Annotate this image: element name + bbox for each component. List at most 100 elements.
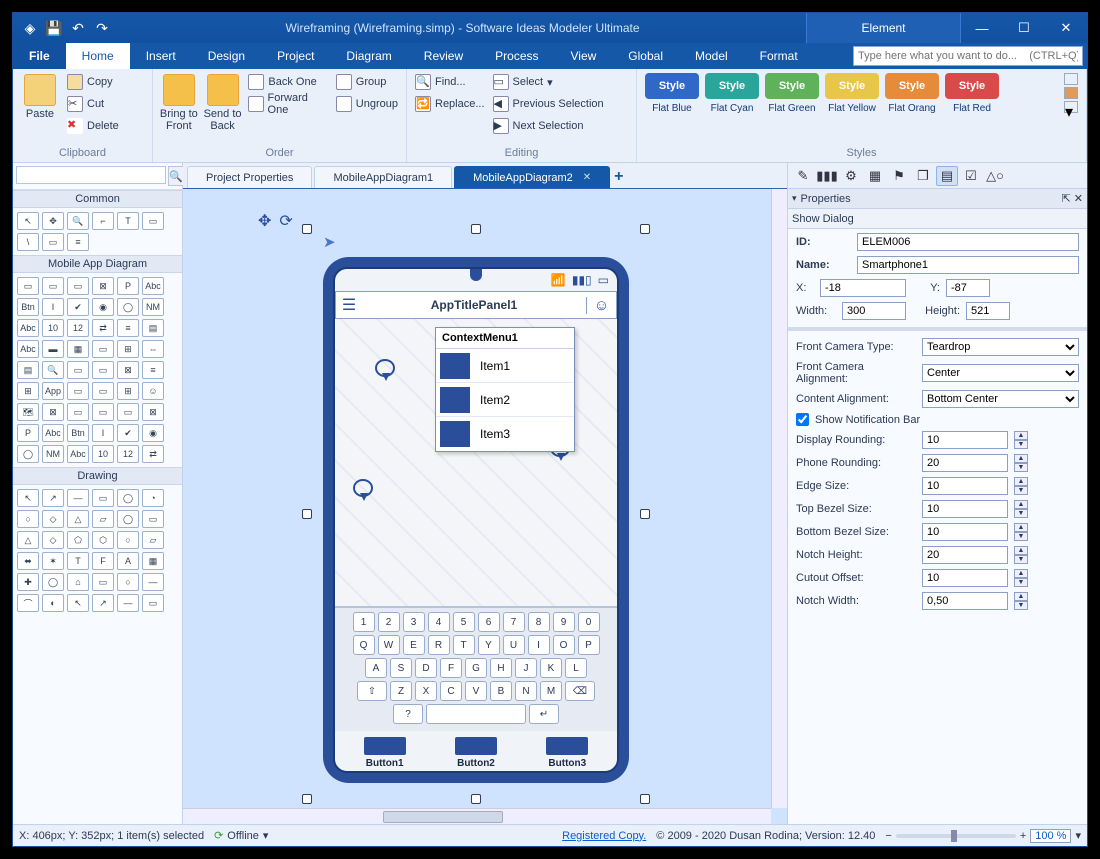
id-input[interactable] bbox=[857, 233, 1079, 251]
tool-item[interactable]: 10 bbox=[92, 445, 114, 463]
zoom-menu-icon[interactable]: ▾ bbox=[1075, 829, 1081, 842]
tool-item[interactable]: ⌐ bbox=[92, 212, 114, 230]
tool-item[interactable]: Btn bbox=[67, 424, 89, 442]
zoom-slider[interactable] bbox=[896, 834, 1016, 838]
tool-item[interactable]: A bbox=[117, 552, 139, 570]
tool-item[interactable]: 🗺 bbox=[17, 403, 39, 421]
menu-global[interactable]: Global bbox=[612, 43, 679, 69]
zoom-in-button[interactable]: + bbox=[1020, 830, 1026, 842]
save-icon[interactable]: 💾 bbox=[45, 19, 63, 37]
gears-icon[interactable]: ⚙ bbox=[840, 166, 862, 186]
tool-item[interactable]: ▭ bbox=[92, 489, 114, 507]
tool-item[interactable]: ▭ bbox=[67, 277, 89, 295]
back-one-button[interactable]: Back One bbox=[246, 72, 329, 92]
group-button[interactable]: Group bbox=[334, 72, 400, 92]
style-chip[interactable]: Style bbox=[945, 73, 999, 99]
show-notification-checkbox[interactable] bbox=[796, 413, 809, 426]
tool-item[interactable]: — bbox=[117, 594, 139, 612]
tool-item[interactable]: ⊠ bbox=[42, 403, 64, 421]
add-tab-button[interactable]: + bbox=[614, 168, 632, 186]
replace-button[interactable]: 🔁Replace... bbox=[413, 94, 487, 114]
top-bezel-input[interactable] bbox=[922, 500, 1008, 518]
menu-process[interactable]: Process bbox=[479, 43, 554, 69]
style-scroll-down-icon[interactable]: ▾ bbox=[1064, 101, 1078, 113]
style-chip[interactable]: Style bbox=[765, 73, 819, 99]
tool-item[interactable]: F bbox=[92, 552, 114, 570]
menu-view[interactable]: View bbox=[555, 43, 613, 69]
prev-selection-button[interactable]: ◀Previous Selection bbox=[491, 94, 606, 114]
tool-item[interactable]: 🔍 bbox=[67, 212, 89, 230]
menu-project[interactable]: Project bbox=[261, 43, 330, 69]
tool-item[interactable]: ↗ bbox=[42, 489, 64, 507]
drawing-header[interactable]: Drawing bbox=[13, 467, 182, 485]
style-chip[interactable]: Style bbox=[885, 73, 939, 99]
tab-project-properties[interactable]: Project Properties bbox=[187, 166, 312, 188]
tool-item[interactable]: NM bbox=[42, 445, 64, 463]
tool-item[interactable]: ◯ bbox=[42, 573, 64, 591]
tool-item[interactable]: ▦ bbox=[142, 552, 164, 570]
tool-item[interactable]: ⇔ bbox=[142, 340, 164, 358]
horizontal-scrollbar[interactable] bbox=[183, 808, 771, 824]
tool-item[interactable]: ▭ bbox=[117, 403, 139, 421]
tool-item[interactable]: ▭ bbox=[67, 403, 89, 421]
tool-item[interactable]: ▱ bbox=[142, 531, 164, 549]
content-align-select[interactable]: Bottom Center bbox=[922, 390, 1079, 408]
menu-model[interactable]: Model bbox=[679, 43, 744, 69]
front-camera-type-select[interactable]: Teardrop bbox=[922, 338, 1079, 356]
tool-item[interactable]: ◔ bbox=[142, 489, 164, 507]
menu-format[interactable]: Format bbox=[744, 43, 814, 69]
y-input[interactable] bbox=[946, 279, 990, 297]
tool-item[interactable]: ▭ bbox=[92, 340, 114, 358]
tool-item[interactable]: ◯ bbox=[117, 489, 139, 507]
front-camera-align-select[interactable]: Center bbox=[922, 364, 1079, 382]
display-rounding-input[interactable] bbox=[922, 431, 1008, 449]
edge-size-input[interactable] bbox=[922, 477, 1008, 495]
show-dialog-row[interactable]: Show Dialog bbox=[788, 209, 1087, 229]
tool-item[interactable]: — bbox=[67, 489, 89, 507]
vertical-scrollbar[interactable] bbox=[771, 189, 787, 808]
tool-item[interactable]: ◉ bbox=[142, 424, 164, 442]
tool-item[interactable]: ▭ bbox=[92, 573, 114, 591]
cutout-offset-input[interactable] bbox=[922, 569, 1008, 587]
move-handle[interactable]: ✥⟳ bbox=[258, 211, 293, 231]
style-chip[interactable]: Style bbox=[705, 73, 759, 99]
tool-item[interactable]: ⇄ bbox=[142, 445, 164, 463]
tool-item[interactable]: ○ bbox=[117, 573, 139, 591]
tool-item[interactable]: ◯ bbox=[117, 298, 139, 316]
menu-review[interactable]: Review bbox=[408, 43, 479, 69]
tool-item[interactable]: ⬌ bbox=[17, 552, 39, 570]
registered-link[interactable]: Registered Copy. bbox=[562, 830, 646, 842]
common-header[interactable]: Common bbox=[13, 190, 182, 208]
properties-icon[interactable]: ▤ bbox=[936, 166, 958, 186]
tool-item[interactable]: ▭ bbox=[17, 277, 39, 295]
tool-item[interactable]: ▭ bbox=[92, 361, 114, 379]
tool-item[interactable]: 🔍 bbox=[42, 361, 64, 379]
tool-item[interactable]: ⌒ bbox=[17, 594, 39, 612]
brush-icon[interactable]: ▮▮▮ bbox=[816, 166, 838, 186]
menu-design[interactable]: Design bbox=[192, 43, 261, 69]
bring-front-button[interactable]: Bring to Front bbox=[159, 72, 199, 132]
checklist-icon[interactable]: ☑ bbox=[960, 166, 982, 186]
style-film-icon[interactable] bbox=[1064, 87, 1078, 99]
tool-item[interactable]: 12 bbox=[117, 445, 139, 463]
edit-icon[interactable]: ✎ bbox=[792, 166, 814, 186]
notch-width-input[interactable] bbox=[922, 592, 1008, 610]
tool-item[interactable]: ⬠ bbox=[67, 531, 89, 549]
style-more-icon[interactable] bbox=[1064, 73, 1078, 85]
send-back-button[interactable]: Send to Back bbox=[203, 72, 243, 132]
menu-home[interactable]: Home bbox=[66, 43, 130, 69]
tool-item[interactable]: NM bbox=[142, 298, 164, 316]
menu-file[interactable]: File bbox=[13, 43, 66, 69]
maximize-button[interactable]: ☐ bbox=[1003, 13, 1045, 43]
tool-item[interactable]: ⇄ bbox=[92, 319, 114, 337]
tool-item[interactable]: ☺ bbox=[142, 382, 164, 400]
tool-item[interactable]: △ bbox=[67, 510, 89, 528]
tool-item[interactable]: Abc bbox=[17, 319, 39, 337]
tool-item[interactable]: ≡ bbox=[67, 233, 89, 251]
tool-item[interactable]: I bbox=[42, 298, 64, 316]
tool-item[interactable]: ✶ bbox=[42, 552, 64, 570]
tool-item[interactable]: ◉ bbox=[92, 298, 114, 316]
tool-item[interactable]: T bbox=[117, 212, 139, 230]
tool-item[interactable]: ⊞ bbox=[17, 382, 39, 400]
grid-icon[interactable]: ▦ bbox=[864, 166, 886, 186]
